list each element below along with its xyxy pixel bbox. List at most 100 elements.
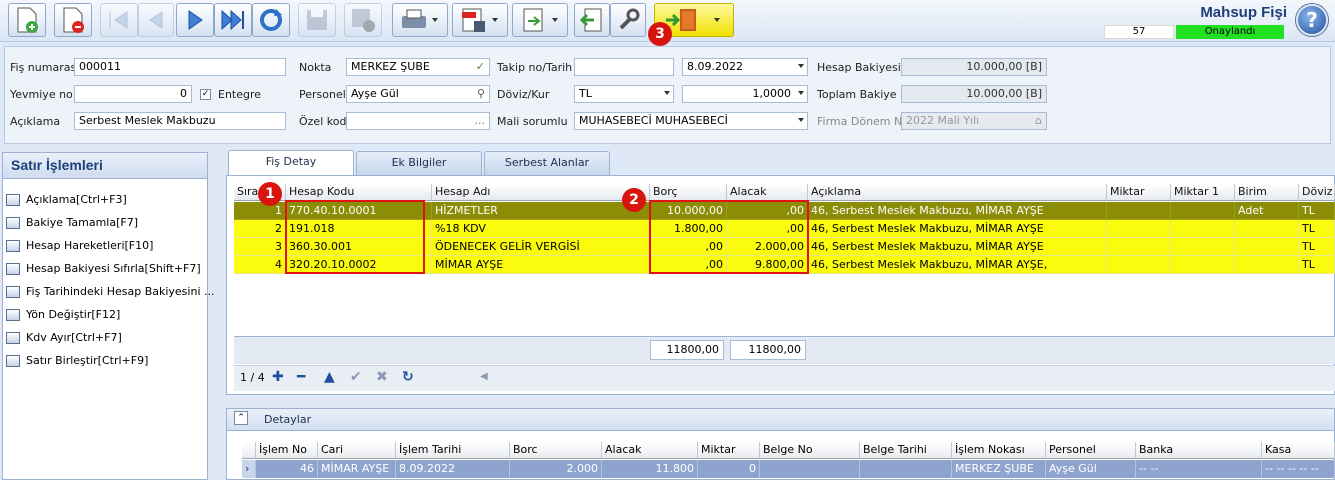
move-up-icon[interactable]: ▲	[324, 369, 335, 385]
next-button[interactable]	[176, 3, 214, 37]
detail-cell-islem-no[interactable]: 46	[256, 460, 318, 478]
col-hesap-adi[interactable]: Hesap Adı	[432, 184, 650, 201]
detail-col-kasa[interactable]: Kasa	[1262, 442, 1335, 459]
left-item-bakiye-tamamla[interactable]: Bakiye Tamamla[F7]	[6, 216, 138, 229]
detail-cell-personel[interactable]: Ayşe Gül	[1046, 460, 1136, 478]
cell-birim[interactable]	[1235, 220, 1299, 238]
detail-col-borc[interactable]: Borc	[510, 442, 602, 459]
left-item-bakiye-sifirla[interactable]: Hesap Bakiyesi Sıfırla[Shift+F7]	[6, 262, 201, 275]
detail-col-miktar[interactable]: Miktar	[698, 442, 760, 459]
confirm-icon[interactable]: ✔	[350, 369, 362, 385]
col-miktar-1[interactable]: Miktar 1	[1171, 184, 1235, 201]
col-doviz[interactable]: Döviz	[1299, 184, 1335, 201]
detail-col-cari[interactable]: Cari	[318, 442, 396, 459]
cell-sira[interactable]: 4	[234, 256, 286, 274]
detail-cell-cari[interactable]: MİMAR AYŞE	[318, 460, 396, 478]
takip-field[interactable]	[574, 58, 674, 76]
cell-doviz[interactable]: TL	[1299, 256, 1335, 274]
detail-col-islem-no[interactable]: İşlem No	[256, 442, 318, 459]
save-close-button[interactable]	[344, 3, 382, 37]
cell-hesap-adi[interactable]: MİMAR AYŞE	[432, 256, 650, 274]
yevmiye-field[interactable]: 0	[74, 85, 192, 103]
detail-col-personel[interactable]: Personel	[1046, 442, 1136, 459]
cell-miktar-1[interactable]	[1171, 220, 1235, 238]
cell-hesap-adi[interactable]: ÖDENECEK GELİR VERGİSİ	[432, 238, 650, 256]
prev-button[interactable]	[138, 3, 174, 37]
cell-hesap-adi[interactable]: HİZMETLER	[432, 202, 650, 220]
detail-cell-belge-tarihi[interactable]	[860, 460, 952, 478]
cell-miktar[interactable]	[1107, 220, 1171, 238]
export-button[interactable]	[512, 3, 568, 37]
cell-sira[interactable]: 1	[234, 202, 286, 220]
detail-cell-islem-tarihi[interactable]: 8.09.2022	[396, 460, 510, 478]
detail-col-islem-tarihi[interactable]: İşlem Tarihi	[396, 442, 510, 459]
cell-miktar-1[interactable]	[1171, 202, 1235, 220]
cell-hesap-adi[interactable]: %18 KDV	[432, 220, 650, 238]
cancel-icon[interactable]: ✖	[376, 369, 388, 385]
detail-col-alacak[interactable]: Alacak	[602, 442, 698, 459]
detail-col-belge-no[interactable]: Belge No	[760, 442, 860, 459]
left-item-yon-degistir[interactable]: Yön Değiştir[F12]	[6, 308, 120, 321]
detail-cell-belge-no[interactable]	[760, 460, 860, 478]
detail-cell-alacak[interactable]: 11.800	[602, 460, 698, 478]
left-item-satir-birlestir[interactable]: Satır Birleştir[Ctrl+F9]	[6, 354, 148, 367]
detail-cell-banka[interactable]: -- --	[1136, 460, 1262, 478]
cell-aciklama[interactable]: 46, Serbest Meslek Makbuzu, MİMAR AYŞE,	[808, 256, 1107, 274]
remove-row-icon[interactable]: ━	[297, 369, 305, 385]
save-button[interactable]	[298, 3, 336, 37]
tools-button[interactable]	[610, 3, 646, 37]
add-row-icon[interactable]: ✚	[272, 369, 284, 385]
first-button[interactable]	[100, 3, 138, 37]
left-item-kdv-ayir[interactable]: Kdv Ayır[Ctrl+F7]	[6, 331, 122, 344]
ozel-kod-field[interactable]: ...	[346, 112, 490, 130]
personel-field[interactable]: Ayşe Gül ⚲	[346, 85, 490, 103]
new-button[interactable]	[8, 3, 46, 37]
detail-col-belge-tarihi[interactable]: Belge Tarihi	[860, 442, 952, 459]
detail-col-islem-noktasi[interactable]: İşlem Nokası	[952, 442, 1046, 459]
detail-cell-kasa[interactable]: -- -- -- -- --	[1262, 460, 1335, 478]
cell-miktar[interactable]	[1107, 256, 1171, 274]
nokta-field[interactable]: MERKEZ ŞUBE ✓	[346, 58, 490, 76]
kur-field[interactable]: 1,0000	[682, 85, 808, 103]
cell-birim[interactable]: Adet	[1235, 202, 1299, 220]
cell-doviz[interactable]: TL	[1299, 238, 1335, 256]
help-button[interactable]: ?	[1296, 4, 1328, 36]
print-button[interactable]	[392, 3, 448, 37]
left-item-aciklama[interactable]: Açıklama[Ctrl+F3]	[6, 193, 127, 206]
refresh-icon[interactable]: ↻	[402, 369, 414, 385]
tab-serbest-alanlar[interactable]: Serbest Alanlar	[484, 151, 610, 175]
cell-sira[interactable]: 2	[234, 220, 286, 238]
cell-miktar-1[interactable]	[1171, 256, 1235, 274]
refresh-button[interactable]	[252, 3, 290, 37]
fis-numarasi-field[interactable]: 000011	[74, 58, 286, 76]
cell-aciklama[interactable]: 46, Serbest Meslek Makbuzu, MİMAR AYŞE	[808, 238, 1107, 256]
cell-miktar-1[interactable]	[1171, 238, 1235, 256]
doviz-select[interactable]: TL	[574, 85, 674, 103]
cell-doviz[interactable]: TL	[1299, 202, 1335, 220]
cell-birim[interactable]	[1235, 256, 1299, 274]
col-alacak[interactable]: Alacak	[727, 184, 808, 201]
col-aciklama[interactable]: Açıklama	[808, 184, 1107, 201]
cell-aciklama[interactable]: 46, Serbest Meslek Makbuzu, MİMAR AYŞE	[808, 202, 1107, 220]
back-button[interactable]	[574, 3, 610, 37]
pdf-button[interactable]	[452, 3, 508, 37]
collapse-icon[interactable]: ⌃	[234, 411, 248, 425]
entegre-checkbox[interactable]: ✓	[200, 89, 211, 100]
tab-ek-bilgiler[interactable]: Ek Bilgiler	[356, 151, 482, 175]
col-miktar[interactable]: Miktar	[1107, 184, 1171, 201]
left-item-hesap-hareketleri[interactable]: Hesap Hareketleri[F10]	[6, 239, 153, 252]
cell-sira[interactable]: 3	[234, 238, 286, 256]
left-item-fis-tarihi-bakiye[interactable]: Fiş Tarihindeki Hesap Bakiyesini ...	[6, 285, 214, 298]
detail-cell-miktar[interactable]: 0	[698, 460, 760, 478]
cell-birim[interactable]	[1235, 238, 1299, 256]
last-button[interactable]	[214, 3, 252, 37]
tarih-field[interactable]: 8.09.2022	[682, 58, 808, 76]
cell-doviz[interactable]: TL	[1299, 220, 1335, 238]
detail-cell-islem-noktasi[interactable]: MERKEZ ŞUBE	[952, 460, 1046, 478]
delete-button[interactable]	[54, 3, 92, 37]
scroll-left-icon[interactable]: ◀	[480, 371, 488, 382]
detail-col-banka[interactable]: Banka	[1136, 442, 1262, 459]
col-hesap-kodu[interactable]: Hesap Kodu	[286, 184, 432, 201]
cell-miktar[interactable]	[1107, 202, 1171, 220]
tab-fis-detay[interactable]: Fiş Detay	[228, 150, 354, 176]
